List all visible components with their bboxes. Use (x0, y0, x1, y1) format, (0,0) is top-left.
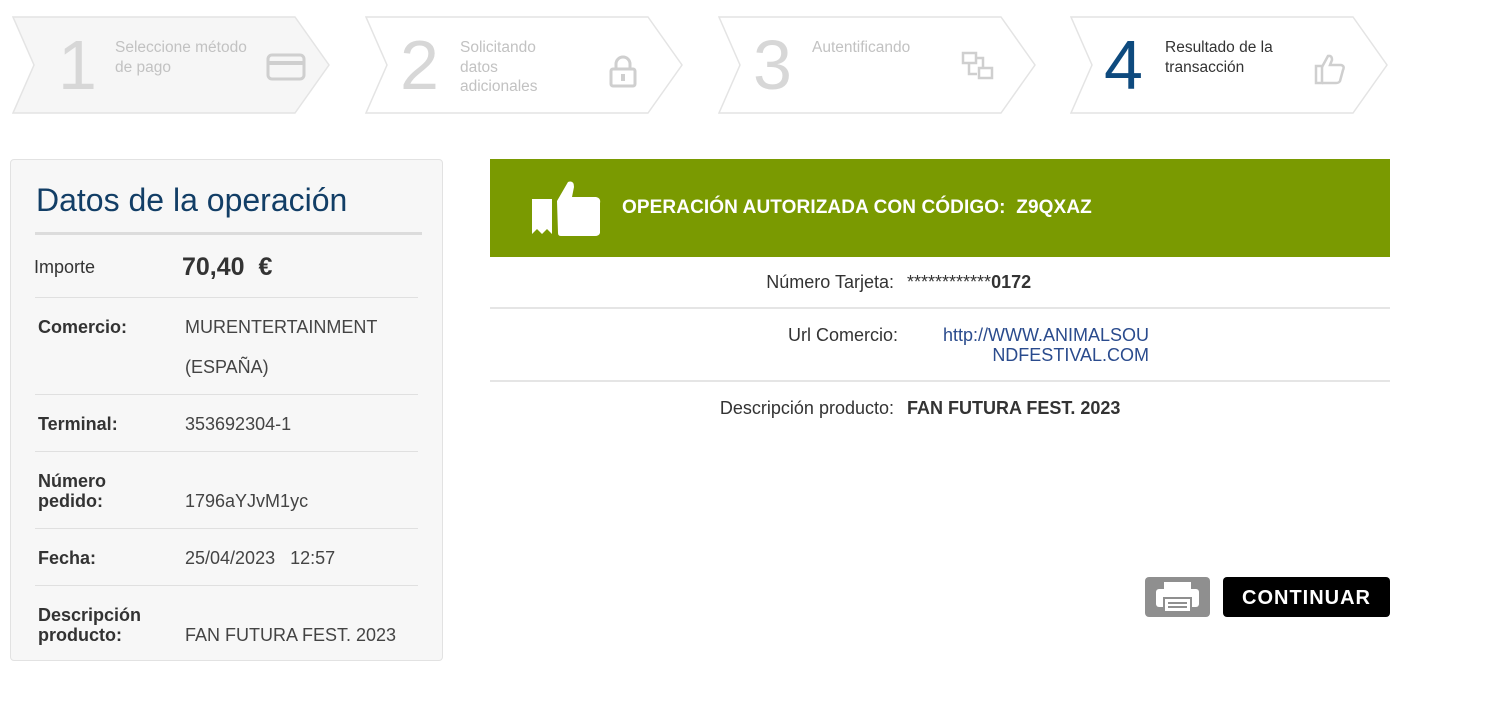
step-1: 1 Seleccione método de pago (12, 16, 332, 114)
pedido-label-line-1: Número (38, 471, 107, 491)
progress-steps: 1 Seleccione método de pago 2 Solicitand… (12, 16, 1392, 116)
printer-icon (1156, 582, 1199, 612)
credit-card-icon (266, 53, 306, 81)
merchant-url-line-1[interactable]: http://WWW.ANIMALSOU (943, 325, 1149, 345)
step-4-label: Resultado de la transacción (1165, 39, 1273, 76)
authorization-banner: OPERACIÓN AUTORIZADA CON CÓDIGO: Z9QXAZ (490, 159, 1390, 257)
step-3-label: Autentificando (812, 39, 911, 56)
product-description-label: Descripción producto: (719, 398, 894, 418)
terminal-label: Terminal: (38, 414, 118, 434)
divider (35, 451, 418, 452)
importe-label: Importe (34, 257, 96, 277)
merchant-url-line-2[interactable]: NDFESTIVAL.COM (992, 345, 1149, 365)
card-number-last-digits: 0172 (991, 272, 1032, 292)
lock-icon (609, 55, 637, 88)
authorization-message: OPERACIÓN AUTORIZADA CON CÓDIGO: Z9QXAZ (622, 197, 1092, 218)
step-2-label: Solicitando datos adicionales (460, 39, 538, 95)
print-button[interactable] (1145, 577, 1210, 617)
divider (35, 394, 418, 395)
pedido-value: 1796aYJvM1yc (185, 491, 309, 511)
card-number-value: ************0172 (907, 272, 1031, 293)
continue-button[interactable]: CONTINUAR (1223, 577, 1390, 617)
card-number-mask: ************ (907, 272, 992, 292)
step-2-number: 2 (400, 26, 439, 104)
operation-details-panel: Datos de la operación Importe 70,40 € Co… (10, 159, 443, 661)
step-1-number: 1 (58, 26, 97, 104)
step-1-label: Seleccione método de pago (115, 39, 247, 76)
divider (35, 297, 418, 298)
divider (35, 585, 418, 586)
step-3: 3 Autentificando (718, 16, 1038, 114)
thumbs-up-ticket-icon (532, 181, 601, 236)
step-3-number: 3 (753, 26, 792, 104)
card-number-label: Número Tarjeta: (766, 272, 894, 292)
exchange-icon (961, 51, 994, 80)
fecha-label: Fecha: (38, 548, 97, 568)
divider (490, 380, 1390, 382)
fecha-value: 25/04/2023 12:57 (185, 548, 336, 568)
step-4-number: 4 (1104, 26, 1143, 104)
merchant-url-label: Url Comercio: (787, 325, 898, 345)
divider (490, 307, 1390, 309)
title-divider (35, 232, 422, 235)
importe-value: 70,40 € (182, 253, 273, 281)
merchant-url-link[interactable]: http://WWW.ANIMALSOU NDFESTIVAL.COM (909, 325, 1149, 365)
descripcion-label-line-1: Descripción (38, 605, 142, 625)
divider (35, 528, 418, 529)
product-description-value: FAN FUTURA FEST. 2023 (907, 398, 1121, 418)
comercio-value-line-1: MURENTERTAINMENT (185, 317, 378, 337)
thumbs-up-icon (1314, 54, 1345, 85)
terminal-value: 353692304-1 (185, 414, 292, 434)
step-4: 4 Resultado de la transacción (1070, 16, 1390, 114)
descripcion-value: FAN FUTURA FEST. 2023 (185, 625, 397, 645)
descripcion-label-line-2: producto: (38, 625, 122, 645)
step-2: 2 Solicitando datos adicionales (365, 16, 685, 114)
comercio-label: Comercio: (38, 317, 128, 337)
pedido-label-line-2: pedido: (38, 491, 103, 511)
comercio-value-line-2: (ESPAÑA) (185, 357, 269, 377)
panel-title: Datos de la operación (36, 182, 348, 218)
